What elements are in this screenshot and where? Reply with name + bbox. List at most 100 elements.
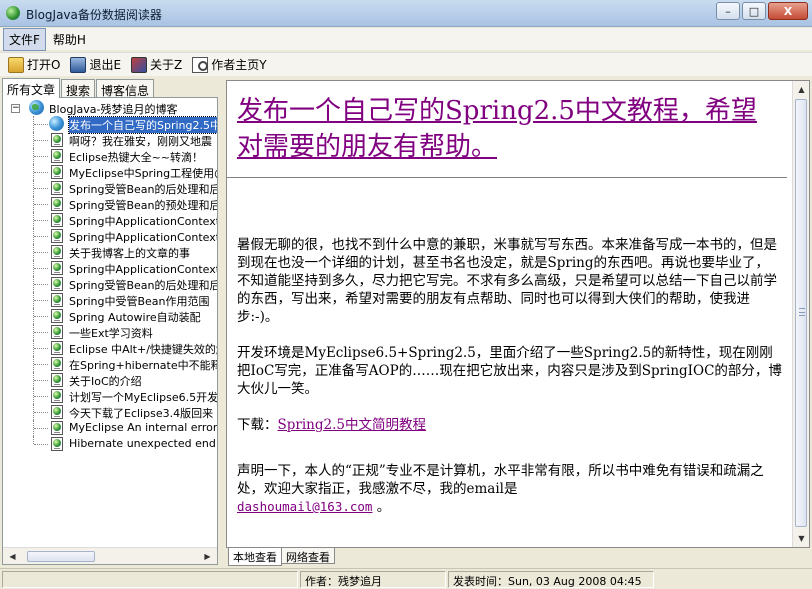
tree-item[interactable]: 发布一个自己写的Spring2.5中文教程 — [3, 116, 217, 134]
tree-item-label: Spring中ApplicationContext的事 — [69, 263, 217, 276]
paragraph-statement: 声明一下，本人的“正规”专业不是计算机，水平非常有限，所以书中难免有错误和疏漏之… — [237, 462, 782, 516]
document-icon — [51, 389, 63, 403]
document-icon — [51, 261, 63, 275]
tree-item-label: Spring受管Bean的预处理和后 — [69, 199, 217, 212]
menu-file[interactable]: 文件F — [3, 27, 46, 51]
scroll-thumb-horizontal[interactable] — [27, 551, 95, 562]
tree-item-label: Spring受管Bean的后处理和后 — [69, 279, 217, 292]
title-bar: BlogJava备份数据阅读器 – □ X — [0, 0, 812, 27]
tab-search[interactable]: 搜索 — [61, 79, 96, 98]
tree-branch — [34, 348, 48, 349]
maximize-button[interactable]: □ — [742, 2, 766, 20]
homepage-button[interactable]: 作者主页Y — [188, 54, 270, 75]
grip-icon — [799, 308, 805, 316]
tree-branch — [34, 332, 48, 333]
tree-item[interactable]: 在Spring+hibernate中不能释放 — [3, 356, 217, 372]
scroll-right-arrow-icon[interactable]: ▶ — [200, 550, 215, 563]
tree-item[interactable]: MyEclipse中Spring工程使用@ — [3, 164, 217, 180]
tree-branch — [34, 124, 48, 125]
download-link[interactable]: Spring2.5中文简明教程 — [278, 417, 426, 433]
tree-root-label: BlogJava-残梦追月的博客 — [49, 103, 178, 116]
scroll-left-arrow-icon[interactable]: ◀ — [5, 550, 20, 563]
horizontal-scrollbar[interactable]: ◀ ▶ — [3, 547, 217, 564]
tree-item-label: Spring受管Bean的后处理和后 — [69, 183, 217, 196]
scroll-thumb-vertical[interactable] — [795, 99, 807, 527]
close-button[interactable]: X — [768, 2, 808, 20]
tab-all-articles[interactable]: 所有文章 — [2, 78, 61, 98]
tree-item[interactable]: Spring中ApplicationContext的事 — [3, 212, 217, 228]
tree-item[interactable]: Spring中ApplicationContext的事 — [3, 260, 217, 276]
document-icon — [51, 325, 63, 339]
view-tabs: 本地查看 网络查看 — [228, 548, 335, 566]
document-icon — [51, 229, 63, 243]
tree-item-label: Spring中ApplicationContext的事 — [69, 215, 217, 228]
tree-item[interactable]: 今天下载了Eclipse3.4版回来 — [3, 404, 215, 420]
tree-item[interactable]: Spring受管Bean的预处理和后 — [3, 196, 217, 212]
email-link[interactable]: dashoumail@163.com — [237, 499, 372, 514]
article-tree-box: − BlogJava-残梦追月的博客 发布一个自己写的Spring2.5中文教程… — [2, 97, 218, 565]
scroll-up-arrow-icon[interactable]: ▲ — [794, 83, 809, 96]
tree-branch — [34, 140, 48, 141]
tree-item[interactable]: Eclipse热键大全~~转滴！ — [3, 148, 215, 164]
status-empty — [2, 571, 298, 588]
tree-root[interactable]: − BlogJava-残梦追月的博客 — [3, 100, 215, 116]
open-button[interactable]: 打开O — [4, 54, 64, 75]
tree-item-label: 计划写一个MyEclipse6.5开发 — [69, 391, 217, 404]
tree-item-label: 发布一个自己写的Spring2.5中文教程 — [68, 116, 217, 134]
tree-item[interactable]: Spring中ApplicationContext的事 — [3, 228, 217, 244]
tree-item[interactable]: MyEclipse An internal error occ — [3, 420, 217, 436]
document-icon — [51, 181, 63, 195]
minimize-button[interactable]: – — [716, 2, 740, 20]
tree-line — [33, 436, 34, 444]
tree-item[interactable]: 啊呀？我在雅安，刚刚又地震 — [3, 132, 215, 148]
tree-item-label: Spring Autowire自动装配 — [69, 311, 201, 324]
exit-icon — [70, 56, 87, 73]
status-author: 作者：残梦追月 — [300, 571, 446, 588]
tree-item[interactable]: Hibernate unexpected end of s — [3, 436, 217, 452]
toolbar: 打开O 退出E 关于Z 作者主页Y — [0, 52, 812, 76]
document-icon — [51, 421, 63, 435]
tree-branch — [34, 236, 48, 237]
tree-item[interactable]: Spring受管Bean的后处理和后 — [3, 180, 217, 196]
tree-rows: 发布一个自己写的Spring2.5中文教程啊呀？我在雅安，刚刚又地震 Eclips… — [3, 116, 217, 452]
tree-item[interactable]: Spring Autowire自动装配 — [3, 308, 215, 324]
left-tabs: 所有文章 搜索 博客信息 — [2, 78, 155, 98]
tree-item[interactable]: Eclipse 中Alt+/快捷键失效的解 — [3, 340, 217, 356]
tree-item[interactable]: 一些Ext学习资料 — [3, 324, 215, 340]
article-view: 发布一个自己写的Spring2.5中文教程，希望对需要的朋友有帮助。 暑假无聊的… — [226, 80, 810, 548]
document-icon — [51, 309, 63, 323]
tree-branch — [34, 284, 48, 285]
document-icon — [51, 437, 63, 451]
tree-branch — [34, 412, 48, 413]
tab-local-view[interactable]: 本地查看 — [228, 548, 282, 566]
tree-branch — [34, 188, 48, 189]
tree-branch — [34, 364, 48, 365]
about-button[interactable]: 关于Z — [127, 54, 186, 75]
scroll-down-arrow-icon[interactable]: ▼ — [794, 532, 809, 545]
vertical-scrollbar[interactable]: ▲ ▼ — [792, 81, 809, 547]
document-icon — [51, 245, 63, 259]
tree-item-label: Spring中受管Bean作用范围 — [69, 295, 210, 308]
exit-button[interactable]: 退出E — [66, 54, 125, 75]
folder-open-icon — [8, 56, 24, 73]
tree-item[interactable]: 关于我博客上的文章的事 — [3, 244, 215, 260]
tab-blog-info[interactable]: 博客信息 — [96, 79, 155, 98]
collapse-toggle[interactable]: − — [11, 104, 20, 113]
tree-item-label: MyEclipse中Spring工程使用@ — [69, 167, 217, 180]
tree-item-label: Eclipse 中Alt+/快捷键失效的解 — [69, 343, 217, 356]
tree-item[interactable]: Spring中受管Bean作用范围 — [3, 292, 215, 308]
menu-help[interactable]: 帮助H — [48, 29, 91, 50]
book-icon — [131, 56, 148, 73]
document-icon — [51, 165, 63, 179]
status-published: 发表时间：Sun, 03 Aug 2008 04:45 — [448, 571, 654, 588]
tree-item-label: MyEclipse An internal error occ — [69, 421, 217, 434]
tree-branch — [34, 220, 48, 221]
tab-web-view[interactable]: 网络查看 — [281, 548, 335, 564]
globe-icon — [49, 116, 64, 131]
document-icon — [51, 197, 63, 211]
tree-item[interactable]: Spring受管Bean的后处理和后 — [3, 276, 217, 292]
tree-item[interactable]: 计划写一个MyEclipse6.5开发 — [3, 388, 217, 404]
document-icon — [51, 357, 63, 371]
tree-item[interactable]: 关于IoC的介绍 — [3, 372, 215, 388]
tree-item-label: 在Spring+hibernate中不能释放 — [69, 359, 217, 372]
